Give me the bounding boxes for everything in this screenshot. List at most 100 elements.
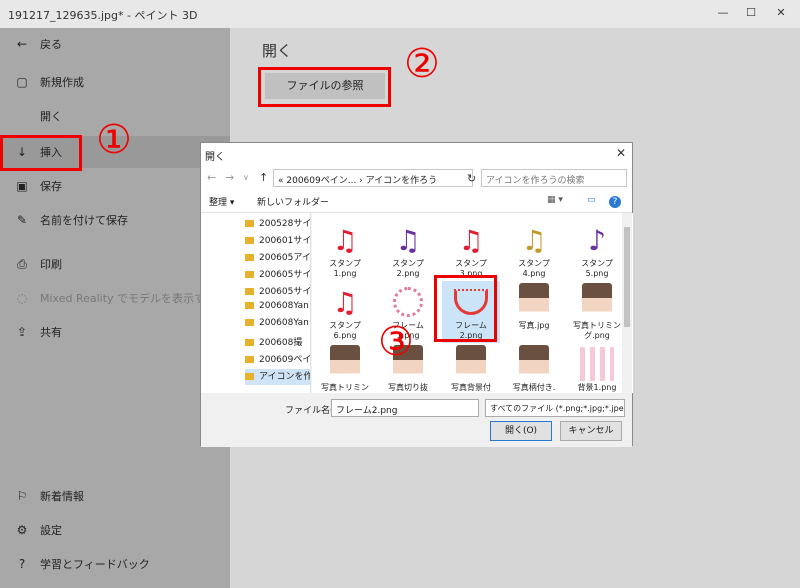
file-name: 写真背景付 bbox=[451, 383, 491, 392]
menu-item-print[interactable]: ⎙ 印刷 bbox=[0, 248, 230, 280]
folder-item[interactable]: 200608Yan bbox=[245, 301, 309, 317]
maximize-button[interactable]: ☐ bbox=[740, 4, 762, 22]
file-item[interactable]: ♫ スタンプ 4.png bbox=[505, 219, 563, 281]
menu-item-save[interactable]: ▣ 保存 bbox=[0, 170, 230, 202]
folder-icon bbox=[245, 288, 254, 295]
menu-label: 共有 bbox=[40, 326, 62, 339]
file-name: スタンプ 2.png bbox=[392, 259, 424, 278]
close-button[interactable]: ✕ bbox=[770, 4, 792, 22]
dialog-close-button[interactable]: ✕ bbox=[616, 146, 626, 160]
folder-icon bbox=[245, 220, 254, 227]
menu-label: 新着情報 bbox=[40, 490, 84, 503]
folder-item[interactable]: 200605サイ bbox=[245, 267, 310, 283]
folder-item[interactable]: 200608Yan bbox=[245, 318, 309, 334]
scrollbar-thumb[interactable] bbox=[624, 227, 630, 327]
file-item[interactable]: ♫ スタンプ 1.png bbox=[316, 219, 374, 281]
menu-item-settings[interactable]: ⚙ 設定 bbox=[0, 514, 230, 546]
folder-icon bbox=[245, 319, 254, 326]
file-name: スタンプ 5.png bbox=[581, 259, 613, 278]
image-thumbnail bbox=[578, 345, 616, 383]
dialog-title: 開く ✕ bbox=[201, 143, 632, 165]
folder-tree: 200528サイ 200601サイ 200605アイ 200605サイ 2006… bbox=[201, 213, 311, 393]
folder-icon bbox=[245, 271, 254, 278]
file-item[interactable]: 写真.jpg bbox=[505, 281, 563, 343]
new-folder-button[interactable]: 新しいフォルダー bbox=[257, 195, 329, 208]
menu-item-save-as[interactable]: ✎ 名前を付けて保存 bbox=[0, 204, 230, 236]
music-note-icon: ♫ bbox=[458, 223, 484, 257]
back-nav-icon[interactable]: ← bbox=[207, 171, 216, 184]
up-folder-icon[interactable]: ↑ bbox=[259, 171, 268, 184]
music-note-icon: ♫ bbox=[395, 223, 421, 257]
folder-icon bbox=[245, 339, 254, 346]
help-icon[interactable]: ? bbox=[609, 196, 621, 208]
address-bar[interactable]: « 200609ペイン... › アイコンを作ろう bbox=[273, 169, 473, 187]
folder-item[interactable]: 200609ペイ bbox=[245, 352, 310, 368]
file-name: 写真切り抜 bbox=[388, 383, 428, 392]
file-item[interactable]: 写真背景付 bbox=[442, 343, 500, 393]
step-3-marker: ③ bbox=[378, 319, 414, 365]
highlight-frame2 bbox=[434, 275, 497, 342]
step-2-marker: ② bbox=[404, 41, 440, 87]
music-note-icon: ♫ bbox=[521, 223, 547, 257]
folder-item[interactable]: 200605サイ bbox=[245, 284, 310, 300]
folder-icon bbox=[245, 356, 254, 363]
menu-item-help[interactable]: ? 学習とフィードバック bbox=[0, 548, 230, 580]
view-options-icon[interactable]: ▦ ▾ bbox=[547, 195, 563, 205]
folder-item[interactable]: 200608撮 bbox=[245, 335, 302, 351]
music-note-icon: ♪ bbox=[588, 223, 606, 257]
file-item[interactable]: 写真トリミン bbox=[316, 343, 374, 393]
save-as-icon: ✎ bbox=[16, 213, 28, 227]
menu-label: 戻る bbox=[40, 38, 62, 51]
file-name: 写真トリミン bbox=[321, 383, 369, 392]
file-menu-sidebar: ← 戻る ▢ 新規作成 開く ↓ 挿入 ▣ 保存 ✎ 名前を付けて保存 ⎙ 印刷… bbox=[0, 28, 230, 588]
menu-label: 新規作成 bbox=[40, 76, 84, 89]
highlight-insert bbox=[0, 135, 82, 171]
open-button[interactable]: 開く(O) bbox=[490, 421, 552, 441]
file-item[interactable]: 写真トリミン グ.png bbox=[568, 281, 626, 343]
menu-item-whats-new[interactable]: ⚐ 新着情報 bbox=[0, 480, 230, 512]
file-item[interactable]: ♫ スタンプ 2.png bbox=[379, 219, 437, 281]
folder-item[interactable]: 200605アイ bbox=[245, 250, 310, 266]
back-arrow-icon: ← bbox=[16, 37, 28, 51]
menu-item-share[interactable]: ⇪ 共有 bbox=[0, 316, 230, 348]
settings-icon: ⚙ bbox=[16, 523, 28, 537]
forward-nav-icon[interactable]: → bbox=[225, 171, 234, 184]
step-1-marker: ① bbox=[96, 117, 132, 163]
file-item[interactable]: ♪ スタンプ 5.png bbox=[568, 219, 626, 281]
highlight-browse bbox=[258, 67, 391, 107]
folder-icon bbox=[245, 302, 254, 309]
music-note-icon: ♫ bbox=[332, 285, 358, 319]
menu-label: 開く bbox=[40, 110, 62, 123]
menu-label: 学習とフィードバック bbox=[40, 558, 150, 571]
filetype-select[interactable]: すべてのファイル (*.png;*.jpg;*.jpeg bbox=[485, 399, 625, 417]
folder-item[interactable]: 200528サイ bbox=[245, 216, 310, 232]
filename-input[interactable]: フレーム2.png bbox=[331, 399, 479, 417]
share-icon: ⇪ bbox=[16, 325, 28, 339]
folder-item[interactable]: 200601サイ bbox=[245, 233, 310, 249]
folder-item-current[interactable]: アイコンを作 bbox=[245, 369, 310, 385]
file-item[interactable]: ♫ スタンプ 3.png bbox=[442, 219, 500, 281]
organize-button[interactable]: 整理 ▾ bbox=[209, 195, 234, 208]
file-item[interactable]: ♫ スタンプ 6.png bbox=[316, 281, 374, 343]
file-item[interactable]: 背景1.png bbox=[568, 343, 626, 393]
file-list-scrollbar[interactable] bbox=[622, 213, 632, 393]
dialog-footer: ファイル名(N): フレーム2.png すべてのファイル (*.png;*.jp… bbox=[201, 393, 632, 447]
menu-label: 名前を付けて保存 bbox=[40, 214, 128, 227]
new-file-icon: ▢ bbox=[16, 75, 28, 89]
refresh-icon[interactable]: ↻ bbox=[467, 172, 476, 185]
file-item[interactable]: 写真柄付き. bbox=[505, 343, 563, 393]
recent-dropdown-icon[interactable]: ∨ bbox=[243, 173, 249, 182]
news-icon: ⚐ bbox=[16, 489, 28, 503]
search-input[interactable]: アイコンを作ろうの検索 bbox=[481, 169, 627, 187]
menu-item-new[interactable]: ▢ 新規作成 bbox=[0, 66, 230, 98]
preview-pane-icon[interactable]: ▭ bbox=[587, 195, 596, 205]
folder-icon bbox=[245, 237, 254, 244]
file-name: 背景1.png bbox=[577, 383, 617, 392]
dialog-title-text: 開く bbox=[205, 152, 225, 163]
print-icon: ⎙ bbox=[17, 256, 27, 271]
cancel-button[interactable]: キャンセル bbox=[560, 421, 622, 441]
folder-icon bbox=[245, 254, 254, 261]
minimize-button[interactable]: — bbox=[712, 4, 734, 22]
back-button[interactable]: ← 戻る bbox=[0, 28, 230, 60]
menu-item-mixed-reality[interactable]: ◌ Mixed Reality でモデルを表示する bbox=[0, 282, 230, 314]
